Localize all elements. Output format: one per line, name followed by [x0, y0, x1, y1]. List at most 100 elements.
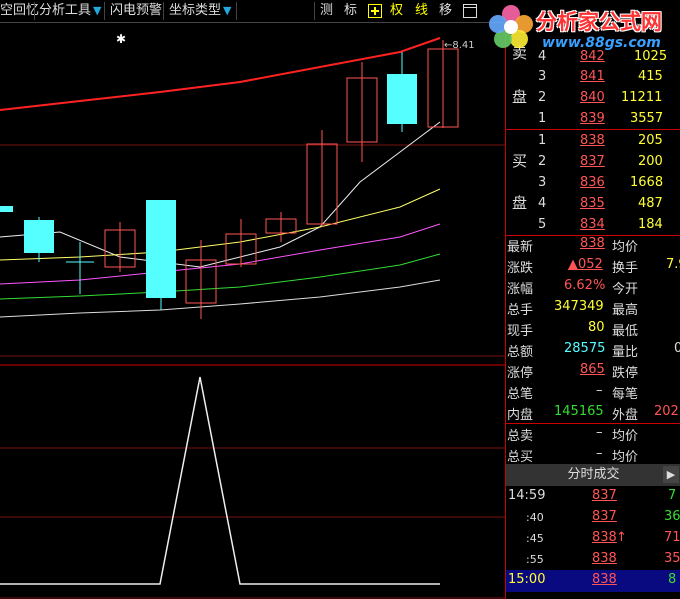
tb-separator	[34, 2, 35, 20]
tb-separator	[104, 2, 105, 20]
ma-red-line	[0, 37, 441, 111]
sell-price: 841	[580, 69, 605, 84]
candle	[387, 74, 417, 124]
expand-arrow-icon[interactable]: ▶	[663, 466, 679, 483]
quote-label2: 换手	[612, 261, 639, 276]
quote-row-limit-up: 涨停 865 跌停	[506, 360, 680, 381]
star-marker: ✱	[116, 32, 126, 46]
tb-analysis-tools[interactable]: 分析工具 ▼	[39, 2, 101, 20]
tb-zoom[interactable]	[368, 2, 382, 20]
buy-price: 837	[580, 154, 605, 169]
ma-grey-line	[0, 279, 441, 318]
tick-price: 838	[592, 572, 617, 587]
quote-label: 涨停	[507, 366, 534, 381]
quote-value: –	[596, 383, 603, 398]
buy-level: 3	[538, 175, 547, 190]
sell-row[interactable]: 1 839 3557	[506, 109, 680, 130]
tick-volume: 35	[664, 551, 680, 566]
quote-row-latest: 最新 838 均价	[506, 234, 680, 255]
sell-row[interactable]: 3 841 415	[506, 67, 680, 88]
tb-mark[interactable]: 标	[344, 2, 357, 20]
tick-volume: 36	[664, 509, 680, 524]
indicator-line	[0, 376, 440, 585]
quote-value: 28575	[564, 341, 606, 356]
zoom-plus-icon	[368, 3, 382, 18]
kline-chart[interactable]: ✱ ←8.41	[0, 22, 505, 599]
buy-row[interactable]: 3 836 1668	[506, 173, 680, 194]
sell-volume: 415	[638, 69, 663, 84]
quote-row-volume: 总手 347349 最高	[506, 297, 680, 318]
quote-value: 80	[588, 320, 605, 335]
buy-row[interactable]: 1 838 205	[506, 131, 680, 152]
quote-value: 145165	[554, 404, 604, 419]
tb-flash-alert[interactable]: 闪电预警	[110, 2, 162, 20]
tick-price: 837	[592, 509, 617, 524]
tick-price: 838	[592, 551, 617, 566]
buy-row[interactable]: 2 837 200	[506, 152, 680, 173]
sell-volume: 11211	[621, 90, 663, 105]
quote-value2: 202	[654, 404, 679, 419]
ma-magenta-line	[0, 223, 441, 285]
tb-separator	[236, 2, 237, 20]
quote-value: –	[596, 425, 603, 440]
tick-time: :55	[526, 553, 544, 566]
logo-title: 分析家公式网	[536, 10, 662, 34]
quote-row-current: 现手 80 最低	[506, 318, 680, 339]
ma-green-line	[0, 253, 441, 300]
dropdown-arrow-icon: ▼	[93, 4, 102, 17]
buy-row[interactable]: 5 834 184	[506, 215, 680, 236]
tick-volume: 7	[668, 488, 677, 503]
sell-row[interactable]: 2 840 11211	[506, 88, 680, 109]
dropdown-arrow-icon: ▼	[223, 4, 232, 17]
tick-row: :40 837 36	[506, 507, 680, 528]
tick-volume: 8	[668, 572, 677, 587]
quote-row-total-sell: 总卖 – 均价	[506, 423, 680, 444]
buy-price: 835	[580, 196, 605, 211]
quote-value2: 0	[674, 341, 680, 356]
ma-white-line	[0, 121, 441, 268]
quote-label2: 跌停	[612, 366, 639, 381]
sell-level: 3	[538, 69, 547, 84]
tb-axis-type[interactable]: 坐标类型 ▼	[169, 2, 231, 20]
quote-label: 总买	[507, 450, 534, 465]
tb-move[interactable]: 移	[439, 2, 452, 20]
ma-yellow-line	[0, 188, 441, 261]
buy-volume: 1668	[630, 175, 664, 190]
tick-price: 838	[592, 530, 617, 545]
quote-label2: 量比	[612, 345, 639, 360]
quote-label: 内盘	[507, 408, 534, 423]
tb-analysis-tools-label: 分析工具	[39, 3, 92, 18]
tick-row: :55 838 35	[506, 549, 680, 570]
quote-label2: 今开	[612, 282, 639, 297]
buy-volume: 487	[638, 196, 663, 211]
quote-label2: 外盘	[612, 408, 639, 423]
sell-price: 840	[580, 90, 605, 105]
tb-separator	[314, 2, 315, 20]
buy-price: 838	[580, 133, 605, 148]
quote-row-total-buy: 总买 – 均价	[506, 444, 680, 465]
sell-level: 1	[538, 111, 547, 126]
quote-row-pct: 涨幅 6.62% 今开	[506, 276, 680, 297]
flower-logo-icon	[489, 5, 533, 48]
tb-axis-type-label: 坐标类型	[169, 3, 222, 18]
sell-volume: 3557	[630, 111, 664, 126]
quote-label: 总卖	[507, 429, 534, 444]
tb-window[interactable]	[463, 2, 477, 20]
tick-header-label: 分时成交	[567, 467, 620, 482]
tb-rights[interactable]: 权	[390, 2, 403, 20]
quote-value: 347349	[554, 299, 604, 314]
tick-price: 837	[592, 488, 617, 503]
logo-url: www.88gs.com	[542, 35, 661, 51]
buy-row[interactable]: 4 835 487	[506, 194, 680, 215]
quote-label: 涨跌	[507, 261, 534, 276]
quote-row-trades: 总笔 – 每笔	[506, 381, 680, 402]
candle	[24, 220, 54, 253]
tb-measure[interactable]: 测	[320, 2, 333, 20]
quote-panel: 卖 盘 4 842 1025 3 841 415 2 840 11211 1 8…	[505, 22, 680, 599]
buy-volume: 205	[638, 133, 663, 148]
tb-line[interactable]: 线	[415, 2, 428, 20]
kline-svg: ✱	[0, 32, 505, 599]
tick-header[interactable]: 分时成交 ▶	[506, 464, 680, 486]
sell-price: 839	[580, 111, 605, 126]
sell-level: 2	[538, 90, 547, 105]
